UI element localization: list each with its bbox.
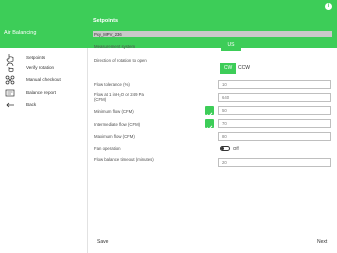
- flow-tolerance-label: Flow tolerance (%): [94, 82, 130, 87]
- checkmark-icon: [206, 125, 213, 131]
- back-arrow-icon: [6, 102, 14, 108]
- sidebar-item-manual-checkout[interactable]: Manual checkout: [5, 75, 85, 86]
- sidebar-item-label: Back: [26, 102, 37, 107]
- report-icon: [5, 89, 15, 97]
- flow-tolerance-input[interactable]: 10: [218, 80, 331, 89]
- flow-1inh2o-label: Flow at 1 inH₂O or 249 Pa (CFM): [94, 92, 144, 102]
- sidebar-item-balance-report[interactable]: Balance report: [5, 88, 85, 99]
- rotation-cw-button[interactable]: CW: [220, 63, 236, 74]
- app-title: Air Balancing: [4, 30, 37, 36]
- next-button[interactable]: Next: [317, 239, 327, 245]
- sidebar-item-label: Manual checkout: [26, 77, 61, 82]
- toggle-knob: [221, 147, 224, 150]
- device-name: Pxy_MPV_236: [94, 31, 122, 37]
- save-button[interactable]: Save: [97, 239, 108, 245]
- sidebar-item-back[interactable]: Back: [5, 100, 85, 111]
- device-bar: Pxy_MPV_236: [93, 31, 332, 37]
- intermediate-flow-checkbox[interactable]: [205, 119, 214, 131]
- min-flow-input[interactable]: 50: [218, 106, 331, 115]
- fan-operation-toggle[interactable]: [220, 146, 230, 151]
- min-flow-checkbox[interactable]: [205, 106, 214, 118]
- rotation-label: Direction of rotation to open: [94, 58, 147, 63]
- hand-rotate-icon: [6, 63, 14, 73]
- hand-point-icon: [6, 54, 14, 63]
- checkmark-icon: [206, 112, 213, 118]
- sidebar-item-label: Setpoints: [26, 55, 46, 60]
- rotation-ccw-button[interactable]: CCW: [236, 63, 252, 74]
- sidebar: Setpoints Verify rotation Manual checkou…: [0, 48, 88, 253]
- max-flow-input[interactable]: 80: [218, 132, 331, 141]
- fan-operation-state: Off: [233, 146, 239, 151]
- min-flow-label: Minimum flow (CFM): [94, 109, 134, 114]
- max-flow-label: Maximum flow (CFM): [94, 134, 135, 139]
- app-header: Air Balancing Setpoints i: [0, 0, 337, 48]
- measurement-system-us-button[interactable]: US: [221, 40, 241, 51]
- fan-operation-label: Fan operation: [94, 146, 121, 151]
- sidebar-item-label: Balance report: [26, 90, 56, 95]
- intermediate-flow-input[interactable]: 70: [218, 119, 331, 128]
- info-icon[interactable]: i: [325, 3, 332, 10]
- wrench-screwdriver-icon: [5, 75, 15, 85]
- panel-title: Setpoints: [93, 18, 119, 24]
- sidebar-item-verify-rotation[interactable]: Verify rotation: [5, 63, 85, 74]
- intermediate-flow-label: Intermediate flow (CFM): [94, 122, 141, 127]
- flow-1inh2o-input[interactable]: 640: [218, 93, 331, 102]
- flow-balance-timeout-input[interactable]: 20: [218, 158, 331, 167]
- flow-balance-timeout-label: Flow balance timeout (minutes): [94, 157, 154, 162]
- sidebar-item-label: Verify rotation: [26, 65, 55, 70]
- measurement-system-label: Measurement system: [94, 44, 136, 49]
